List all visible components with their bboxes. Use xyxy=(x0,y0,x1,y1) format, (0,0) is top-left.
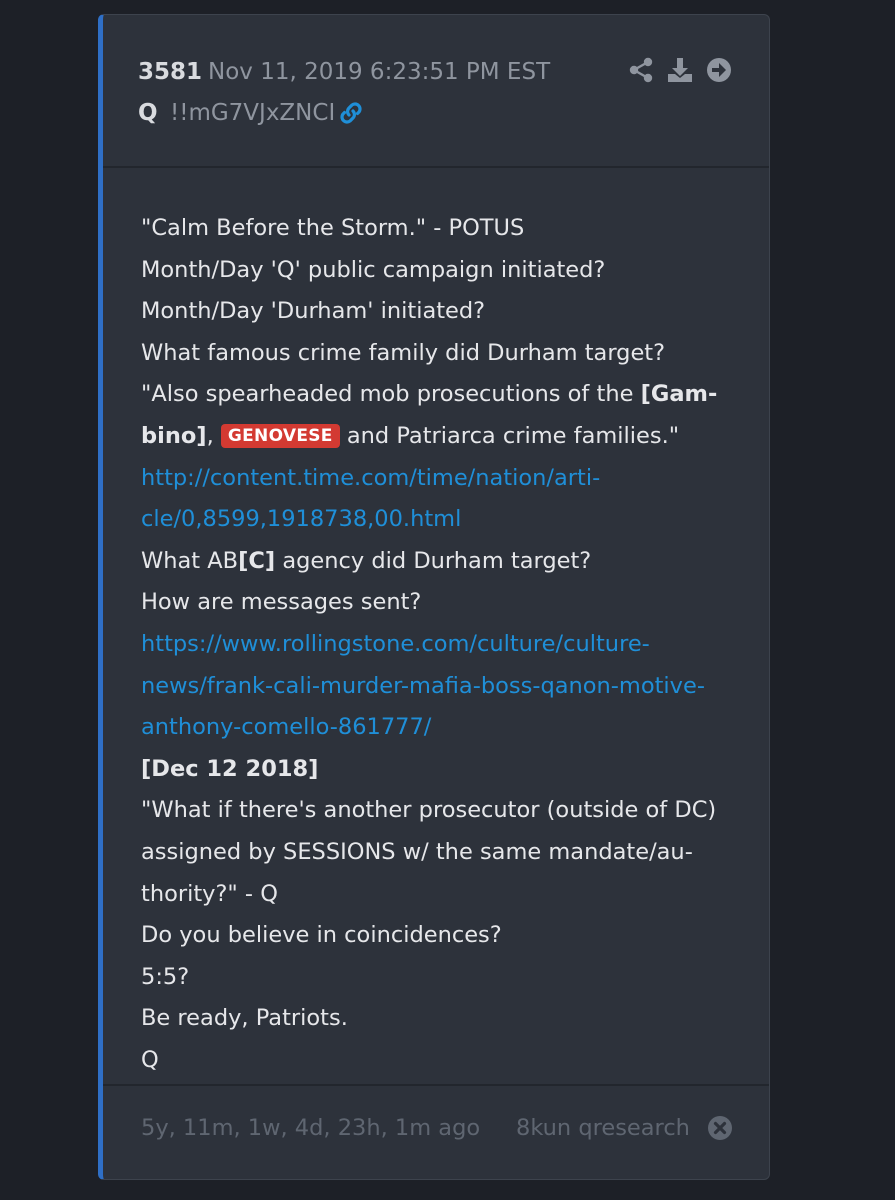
share-icon[interactable] xyxy=(628,57,654,83)
post-footer: 5y, 11m, 1w, 4d, 23h, 1m ago 8kun qresea… xyxy=(103,1084,769,1179)
close-icon[interactable] xyxy=(707,1115,733,1141)
rollingstone-link-part[interactable]: https://www.rollingstone.com/culture/cul… xyxy=(141,631,650,657)
body-line: What famous crime family did Durham targ… xyxy=(141,339,666,366)
body-text: , xyxy=(206,422,221,449)
rollingstone-link[interactable]: news/frank-cali-murder-mafia-boss-qanon-… xyxy=(141,666,731,708)
rollingstone-link-part[interactable]: news/frank-cali-murder-mafia-boss-qanon-… xyxy=(141,673,705,699)
post-body: "Calm Before the Storm." - POTUS Month/D… xyxy=(141,208,731,1081)
body-line: Month/Day 'Durham' initiated? xyxy=(141,298,486,325)
rollingstone-link[interactable]: https://www.rollingstone.com/culture/cul… xyxy=(141,624,731,666)
post-date: Nov 11, 2019 6:23:51 PM EST xyxy=(208,59,551,85)
post-author: Q xyxy=(138,100,158,126)
body-text: What AB xyxy=(141,547,239,574)
body-line: "Also spearheaded mob prosecutions of th… xyxy=(141,374,731,416)
body-line: 5:5? xyxy=(141,963,190,990)
rollingstone-link-part[interactable]: anthony-comello-861777/ xyxy=(141,714,431,740)
rollingstone-link[interactable]: anthony-comello-861777/ xyxy=(141,707,731,749)
time-link[interactable]: http://content.time.com/time/nation/arti… xyxy=(141,458,731,500)
time-link[interactable]: cle/0,8599,1918738,00.html xyxy=(141,499,731,541)
link-icon[interactable] xyxy=(337,99,365,127)
post-header: 3581 Nov 11, 2019 6:23:51 PM EST Q !!mG7… xyxy=(103,15,769,168)
time-ago: 5y, 11m, 1w, 4d, 23h, 1m ago xyxy=(141,1115,481,1141)
body-text: agency did Durham target? xyxy=(275,547,592,574)
body-line: "Calm Before the Storm." - POTUS xyxy=(141,215,525,241)
body-bold-text: bino] xyxy=(141,422,207,449)
body-line: assigned by SESSIONS w/ the same mandate… xyxy=(141,838,693,865)
body-line: bino], GENOVESE and Patriarca crime fami… xyxy=(141,416,731,458)
download-icon[interactable] xyxy=(667,57,693,83)
post-tripcode: !!mG7VJxZNCI xyxy=(170,100,336,126)
board-name: 8kun qresearch xyxy=(516,1115,690,1141)
body-bold-text: [Gam- xyxy=(640,381,718,408)
body-bold-text: [C] xyxy=(238,547,276,574)
time-link-part[interactable]: http://content.time.com/time/nation/arti… xyxy=(141,465,600,491)
body-line: How are messages sent? xyxy=(141,589,422,616)
body-line: Do you believe in coincidences? xyxy=(141,922,502,949)
time-link-part[interactable]: cle/0,8599,1918738,00.html xyxy=(141,506,461,532)
post-card: 3581 Nov 11, 2019 6:23:51 PM EST Q !!mG7… xyxy=(98,14,770,1180)
body-line: thority?" - Q xyxy=(141,880,278,907)
body-line: Month/Day 'Q' public campaign initiated? xyxy=(141,256,606,283)
arrow-right-circle-icon[interactable] xyxy=(706,57,732,83)
genovese-badge: GENOVESE xyxy=(220,423,340,448)
body-date-line: [Dec 12 2018] xyxy=(141,755,319,782)
body-signature: Q xyxy=(141,1046,159,1073)
body-text: and Patriarca crime families." xyxy=(339,422,680,449)
body-line: What AB[C] agency did Durham target? xyxy=(141,541,731,583)
body-text: "Also spearheaded mob prosecutions of th… xyxy=(141,381,641,408)
post-number[interactable]: 3581 xyxy=(138,59,202,85)
body-line: Be ready, Patriots. xyxy=(141,1005,348,1032)
body-line: "What if there's another prosecutor (out… xyxy=(141,797,717,824)
